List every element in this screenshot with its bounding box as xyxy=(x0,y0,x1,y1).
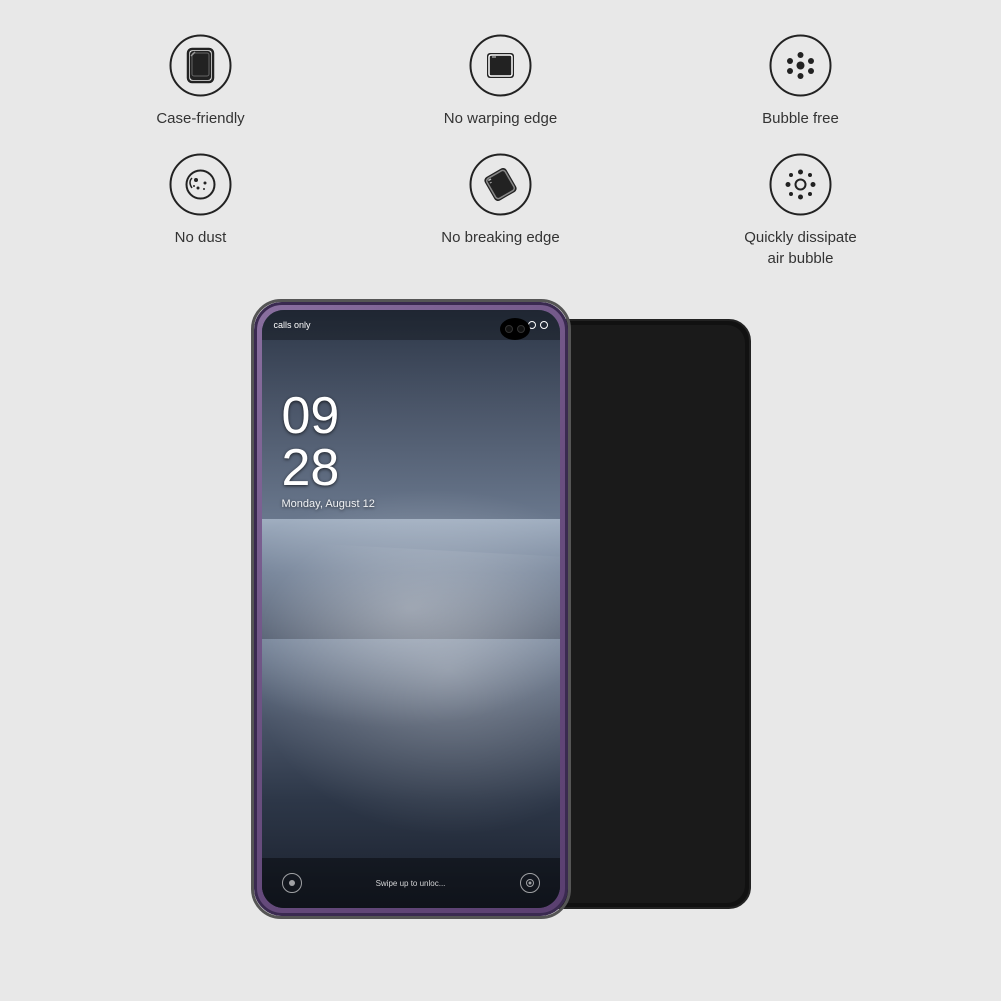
no-dust-label: No dust xyxy=(175,227,227,248)
quickly-dissipate-icon xyxy=(766,149,836,219)
swipe-label: Swipe up to unloc... xyxy=(302,879,520,888)
screen-bottom-bar: Swipe up to unloc... xyxy=(262,858,560,908)
bubble-free-label: Bubble free xyxy=(762,108,839,129)
bubble-free-icon xyxy=(766,30,836,100)
camera-lens-2 xyxy=(517,325,525,333)
no-warping-icon xyxy=(466,30,536,100)
phone-body: calls only 09 28 Monday, August 12 xyxy=(251,299,571,919)
camera-lens-1 xyxy=(505,325,513,333)
feature-quickly-dissipate: Quickly dissipate air bubble xyxy=(651,139,951,279)
case-friendly-label: Case-friendly xyxy=(156,108,244,129)
feature-case-friendly: Case-friendly xyxy=(51,20,351,139)
bottom-icon-left xyxy=(282,873,302,893)
screen-wallpaper: calls only 09 28 Monday, August 12 xyxy=(262,310,560,908)
no-warping-label: No warping edge xyxy=(444,108,557,129)
camera-notch xyxy=(500,318,530,340)
quickly-dissipate-label: Quickly dissipate air bubble xyxy=(744,227,857,269)
status-calls: calls only xyxy=(274,320,528,330)
product-display: calls only 09 28 Monday, August 12 xyxy=(251,299,751,939)
wave2 xyxy=(262,540,560,857)
clock-hour: 09 xyxy=(282,390,375,442)
time-display: 09 28 Monday, August 12 xyxy=(282,390,375,510)
no-dust-icon xyxy=(166,149,236,219)
phone-screen: calls only 09 28 Monday, August 12 xyxy=(262,310,560,908)
no-breaking-label: No breaking edge xyxy=(441,227,559,248)
feature-no-dust: No dust xyxy=(51,139,351,279)
feature-no-breaking: No breaking edge xyxy=(351,139,651,279)
features-grid: Case-friendly No warping edge xyxy=(51,20,951,279)
clock-date: Monday, August 12 xyxy=(282,498,375,510)
signal-icon xyxy=(540,321,548,329)
status-icons xyxy=(528,321,548,329)
feature-bubble-free: Bubble free xyxy=(651,20,951,139)
case-friendly-icon xyxy=(166,30,236,100)
bottom-icon-right xyxy=(520,873,540,893)
feature-no-warping: No warping edge xyxy=(351,20,651,139)
clock-minute: 28 xyxy=(282,442,375,494)
no-breaking-icon xyxy=(466,149,536,219)
